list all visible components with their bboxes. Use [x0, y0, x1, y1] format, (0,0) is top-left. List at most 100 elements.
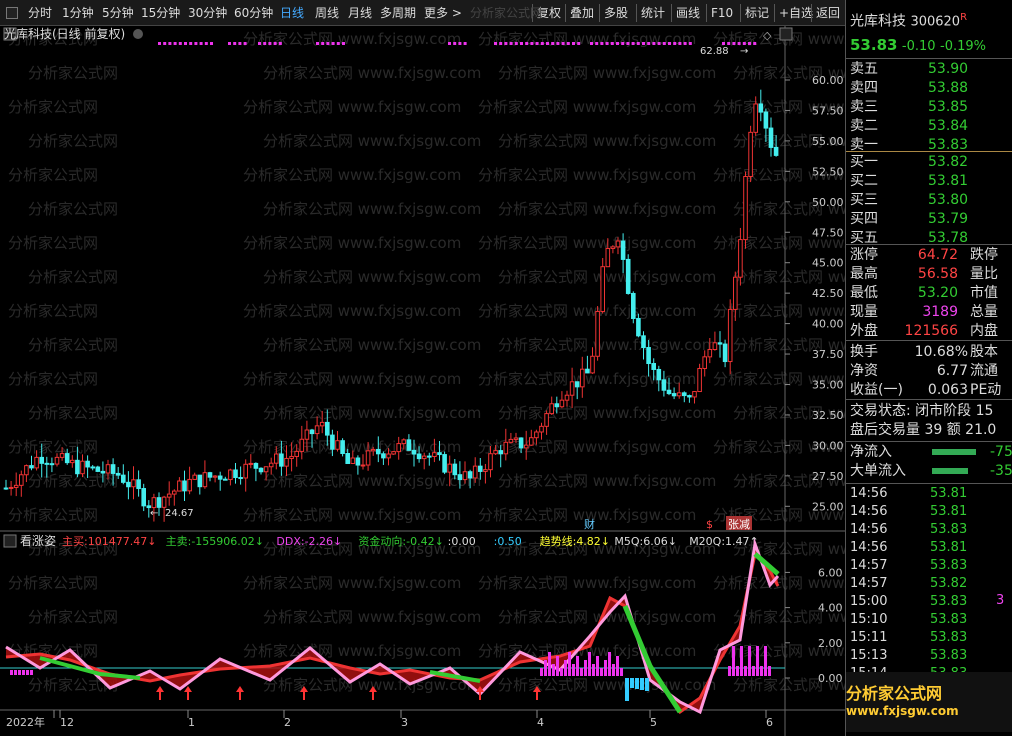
toolbar-separator — [811, 4, 812, 22]
tick-price: 53.83 — [930, 630, 968, 645]
quote-row: 卖三 53.85 — [850, 98, 968, 117]
stat-value: 64.72 — [917, 247, 958, 263]
watermark-text: 分析家公式网 www.fxjsgw.com — [243, 438, 461, 456]
quote-row: 涨停 64.72 跌停 — [850, 246, 998, 265]
bid-label: 买四 — [850, 211, 878, 227]
watermark-text: 分析家公式网 www.fxjsgw.com — [263, 200, 481, 218]
kline-chart[interactable]: 分析家公式网 分析家公式网 www.fxjsgw.com 分析家公式网 www.fx… — [0, 26, 845, 736]
period-tab[interactable]: 周线 — [315, 0, 339, 26]
indicator-item: M5Q:6.06↓ — [614, 535, 677, 548]
period-toolbar: 分时 1分钟 5分钟 15分钟 30分钟 60分钟 日线 周线 月线 多周期 更多 > 复权 叠加 多股统… — [0, 0, 845, 26]
bid-price[interactable]: 53.79 — [928, 210, 968, 229]
stat-right-label: 跌停 — [970, 247, 998, 263]
ask-price[interactable]: 53.88 — [928, 79, 968, 98]
watermark-text: 分析家公式网 www.fxjsgw.com — [263, 64, 481, 82]
watermark-text: 分析家公式网 www.fxjsgw.com — [243, 30, 461, 48]
bid-price[interactable]: 53.82 — [928, 153, 968, 172]
high-price-label: 62.88 — [700, 46, 729, 57]
price-tick: 57.50 — [812, 104, 844, 117]
bid-price[interactable]: 53.80 — [928, 191, 968, 210]
watermark-text: 分析家公式网 www.fxjsgw.com — [263, 132, 481, 150]
period-tab[interactable]: 1分钟 — [62, 0, 94, 26]
ask-label: 卖三 — [850, 99, 878, 115]
indicator-tick: 0.00 — [818, 672, 843, 685]
quote-panel: 光库科技 300620R 53.83 -0.10 -0.19% 卖五 53.90 卖四 5… — [845, 0, 1012, 736]
watermark-text: 分析家公式网 www.fxjsgw.com — [478, 166, 696, 184]
tick-time: 14:56 — [850, 540, 888, 555]
low-price-label: 24.67 — [165, 508, 194, 519]
tool-button[interactable]: +自选 — [779, 0, 813, 26]
tick-row: 14:56 53.81 — [850, 539, 967, 557]
buy-arrow-icon — [184, 686, 192, 700]
watermark-text: 分析家公式网 www.fxjsgw.com — [263, 608, 481, 626]
quote-row: 卖四 53.88 — [850, 79, 968, 98]
watermark-layer: 分析家公式网 分析家公式网 www.fxjsgw.com 分析家公式网 www.fx… — [8, 30, 845, 694]
indicator-square-icon[interactable] — [3, 534, 17, 548]
tick-row: 15:11 53.83 — [850, 629, 967, 647]
bid-label: 买一 — [850, 154, 878, 170]
tool-button[interactable]: 标记 — [745, 0, 769, 26]
bid-price[interactable]: 53.81 — [928, 172, 968, 191]
ask-price[interactable]: 53.85 — [928, 98, 968, 117]
event-s-label[interactable]: $ — [706, 518, 713, 531]
date-axis: 2022年 12 1 2 3 4 5 6 — [6, 710, 773, 729]
tool-button[interactable]: 画线 — [676, 0, 700, 26]
period-tab[interactable]: 15分钟 — [141, 0, 180, 26]
period-tab[interactable]: 分时 — [28, 0, 52, 26]
period-tab[interactable]: 月线 — [348, 0, 372, 26]
tool-button[interactable]: F10 — [711, 0, 733, 26]
period-tab[interactable]: 日线 — [280, 0, 304, 26]
ask-price[interactable]: 53.90 — [928, 60, 968, 79]
tick-time: 14:56 — [850, 486, 888, 501]
flow-bar — [932, 449, 976, 455]
price-tick: 52.50 — [812, 165, 844, 178]
quote-row: 净资 6.77 流通 — [850, 362, 998, 381]
watermark-text: 分析家公式网 — [8, 234, 98, 252]
ask-price[interactable]: 53.84 — [928, 117, 968, 136]
tick-extra: 3 — [996, 593, 1005, 608]
date-tick: 3 — [401, 716, 408, 729]
tick-row: 14:57 53.82 — [850, 575, 967, 593]
price-tick: 25.00 — [812, 500, 844, 513]
diamond-icon[interactable]: ◇ — [763, 29, 772, 42]
chart-dropdown-icon[interactable] — [133, 29, 143, 39]
price-tick: 60.00 — [812, 74, 844, 87]
stat-value: 121566 — [904, 323, 958, 339]
watermark-text: 分析家公式网 — [28, 404, 118, 422]
tool-button[interactable]: 返回 — [816, 0, 840, 26]
period-tab[interactable]: 5分钟 — [102, 0, 134, 26]
menu-square-icon[interactable] — [6, 7, 18, 19]
period-tab[interactable]: 60分钟 — [234, 0, 273, 26]
tick-time: 15:13 — [850, 648, 888, 663]
price-tick: 50.00 — [812, 196, 844, 209]
watermark-text: 分析家公式网 www.fxjsgw.com — [243, 642, 461, 660]
quote-row: 交易状态: 闭市阶段 15 — [850, 402, 993, 421]
flow-label: 净流入 — [850, 444, 892, 460]
watermark-text: 分析家公式网 www.fxjsgw.com — [498, 200, 716, 218]
price-tick: 55.00 — [812, 135, 844, 148]
tick-time: 14:57 — [850, 558, 888, 573]
ask-label: 卖二 — [850, 118, 878, 134]
watermark-text: 分析家公式网 www.fxjsgw.com — [243, 506, 461, 524]
period-tab[interactable]: 多周期 — [380, 0, 416, 26]
tool-button[interactable]: 统计 — [641, 0, 665, 26]
indicator-item: 资金动向:-0.42↓ — [358, 534, 443, 548]
watermark-text: 分析家公式网 www.fxjsgw.com — [498, 132, 716, 150]
event-cai-label[interactable]: 财 — [584, 517, 595, 531]
stat2-value: 10.68% — [914, 344, 968, 360]
tick-price: 53.82 — [930, 576, 968, 591]
date-tick: 12 — [60, 716, 74, 729]
event-zhangjian-label: 张减 — [728, 518, 750, 531]
period-tab[interactable]: 更多 > — [424, 0, 462, 26]
tick-row: 15:00 53.83 — [850, 593, 967, 611]
date-tick: 2022年 — [6, 715, 45, 729]
tool-button[interactable]: 多股 — [604, 0, 628, 26]
watermark-text: 分析家公式网 — [28, 132, 118, 150]
chart-close-icon[interactable] — [779, 27, 793, 41]
tool-button[interactable]: 叠加 — [570, 0, 594, 26]
quote-row: 53.83 -0.10 -0.19% — [850, 36, 986, 55]
tick-row: 14:57 53.83 — [850, 557, 967, 575]
ask-label: 卖五 — [850, 61, 878, 77]
quote-row: 买二 53.81 — [850, 172, 968, 191]
period-tab[interactable]: 30分钟 — [188, 0, 227, 26]
